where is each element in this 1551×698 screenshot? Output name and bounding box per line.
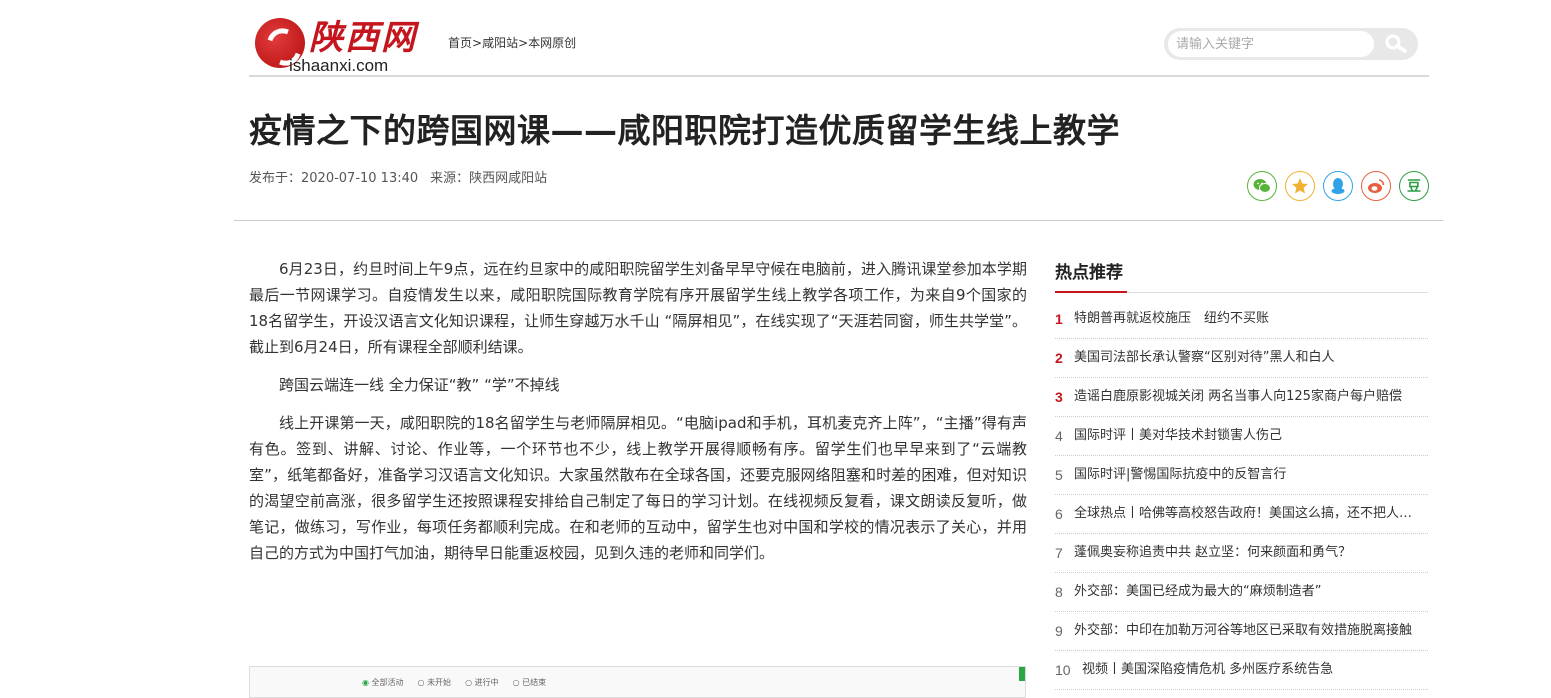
hot-list-item[interactable]: 10 视频丨美国深陷疫情危机 多州医疗系统告急 bbox=[1055, 651, 1428, 690]
hot-rank: 6 bbox=[1055, 506, 1063, 522]
title-divider bbox=[234, 220, 1443, 221]
hot-list-item[interactable]: 7 蓬佩奥妄称追责中共 赵立坚：何来颜面和勇气？ bbox=[1055, 534, 1428, 573]
image-tab: 未开始 bbox=[418, 677, 451, 688]
article-body: 6月23日，约旦时间上午9点，远在约旦家中的咸阳职院留学生刘备早早守候在电脑前，… bbox=[249, 256, 1027, 578]
hot-link[interactable]: 全球热点丨哈佛等高校怒告政府！美国这么搞，还不把人吓跑 bbox=[1074, 495, 1424, 533]
hot-link[interactable]: 美国司法部长承认警察“区别对待”黑人和白人 bbox=[1074, 339, 1334, 377]
image-corner-mark bbox=[1019, 667, 1025, 681]
hot-rank: 4 bbox=[1055, 428, 1063, 444]
site-logo[interactable]: 陕西网 ishaanxi.com bbox=[255, 18, 445, 75]
hot-link[interactable]: 外交部：美国已经成为最大的“麻烦制造者” bbox=[1074, 573, 1321, 611]
weibo-share-button[interactable] bbox=[1361, 171, 1391, 201]
qq-icon bbox=[1331, 178, 1345, 194]
article-paragraph: 线上开课第一天，咸阳职院的18名留学生与老师隔屏相见。“电脑ipad和手机，耳机… bbox=[249, 414, 1027, 562]
weibo-icon bbox=[1368, 179, 1385, 193]
logo-text: 陕西网 bbox=[309, 18, 417, 58]
article-source: 来源：陕西网咸阳站 bbox=[430, 171, 548, 186]
hot-rank: 2 bbox=[1055, 350, 1063, 366]
article-image: 全部活动 未开始 进行中 已结束 bbox=[249, 666, 1026, 698]
breadcrumb-separator: > bbox=[518, 36, 529, 50]
search-box bbox=[1164, 28, 1418, 60]
hot-recommend-sidebar: 热点推荐 1 特朗普再就返校施压 纽约不买账 2 美国司法部长承认警察“区别对待”黑… bbox=[1055, 258, 1428, 690]
breadcrumb-original[interactable]: 本网原创 bbox=[528, 36, 576, 50]
hot-rank: 1 bbox=[1055, 311, 1063, 327]
image-tab: 全部活动 bbox=[362, 677, 404, 688]
wechat-icon bbox=[1253, 179, 1271, 193]
sidebar-title-accent bbox=[1055, 291, 1127, 293]
article-title: 疫情之下的跨国网课——咸阳职院打造优质留学生线上教学 bbox=[249, 111, 1120, 150]
hot-list-item[interactable]: 5 国际时评|警惕国际抗疫中的反智言行 bbox=[1055, 456, 1428, 495]
hot-list-item[interactable]: 6 全球热点丨哈佛等高校怒告政府！美国这么搞，还不把人吓跑 bbox=[1055, 495, 1428, 534]
hot-link[interactable]: 蓬佩奥妄称追责中共 赵立坚：何来颜面和勇气？ bbox=[1074, 534, 1351, 572]
search-input[interactable] bbox=[1168, 31, 1374, 57]
article-meta: 发布于：2020-07-10 13:40 来源：陕西网咸阳站 bbox=[249, 167, 547, 186]
hot-list-item[interactable]: 3 造谣白鹿原影视城关闭 两名当事人向125家商户每户赔偿 bbox=[1055, 378, 1428, 417]
hot-rank: 7 bbox=[1055, 545, 1063, 561]
hot-link[interactable]: 国际时评丨美对华技术封锁害人伤己 bbox=[1074, 417, 1282, 455]
header-divider bbox=[249, 75, 1429, 77]
image-tab: 已结束 bbox=[513, 677, 546, 688]
search-button[interactable] bbox=[1378, 31, 1414, 57]
site-header: 陕西网 ishaanxi.com 首页>咸阳站>本网原创 bbox=[249, 14, 1429, 76]
breadcrumb-separator: > bbox=[472, 36, 483, 50]
qzone-share-button[interactable] bbox=[1285, 171, 1315, 201]
hot-list-item[interactable]: 2 美国司法部长承认警察“区别对待”黑人和白人 bbox=[1055, 339, 1428, 378]
share-bar: 豆 bbox=[1247, 171, 1429, 201]
hot-rank: 9 bbox=[1055, 623, 1063, 639]
hot-rank: 10 bbox=[1055, 662, 1071, 678]
hot-rank: 8 bbox=[1055, 584, 1063, 600]
article-subheading: 跨国云端连一线 全力保证“教” “学”不掉线 bbox=[279, 376, 560, 394]
breadcrumb: 首页>咸阳站>本网原创 bbox=[448, 34, 576, 51]
douban-icon: 豆 bbox=[1407, 179, 1421, 195]
image-tab: 进行中 bbox=[465, 677, 499, 688]
sidebar-title: 热点推荐 bbox=[1055, 263, 1123, 283]
article-paragraph: 6月23日，约旦时间上午9点，远在约旦家中的咸阳职院留学生刘备早早守候在电脑前，… bbox=[249, 260, 1027, 356]
wechat-share-button[interactable] bbox=[1247, 171, 1277, 201]
hot-list-item[interactable]: 4 国际时评丨美对华技术封锁害人伤己 bbox=[1055, 417, 1428, 456]
douban-share-button[interactable]: 豆 bbox=[1399, 171, 1429, 201]
logo-domain: ishaanxi.com bbox=[289, 56, 389, 75]
breadcrumb-xianyang[interactable]: 咸阳站 bbox=[482, 36, 518, 50]
hot-link[interactable]: 国际时评|警惕国际抗疫中的反智言行 bbox=[1074, 456, 1286, 494]
hot-list: 1 特朗普再就返校施压 纽约不买账 2 美国司法部长承认警察“区别对待”黑人和白人 … bbox=[1055, 300, 1428, 690]
hot-link[interactable]: 特朗普再就返校施压 纽约不买账 bbox=[1074, 300, 1269, 338]
qzone-icon bbox=[1292, 178, 1308, 194]
qq-share-button[interactable] bbox=[1323, 171, 1353, 201]
publish-time: 发布于：2020-07-10 13:40 bbox=[249, 171, 419, 186]
search-icon bbox=[1385, 34, 1407, 53]
hot-link[interactable]: 造谣白鹿原影视城关闭 两名当事人向125家商户每户赔偿 bbox=[1074, 378, 1402, 416]
hot-link[interactable]: 外交部：中印在加勒万河谷等地区已采取有效措施脱离接触 bbox=[1074, 612, 1412, 650]
hot-link[interactable]: 视频丨美国深陷疫情危机 多州医疗系统告急 bbox=[1082, 651, 1333, 689]
hot-list-item[interactable]: 1 特朗普再就返校施压 纽约不买账 bbox=[1055, 300, 1428, 339]
hot-rank: 5 bbox=[1055, 467, 1063, 483]
hot-list-item[interactable]: 8 外交部：美国已经成为最大的“麻烦制造者” bbox=[1055, 573, 1428, 612]
hot-rank: 3 bbox=[1055, 389, 1063, 405]
image-tab-row: 全部活动 未开始 进行中 已结束 bbox=[362, 677, 547, 688]
hot-list-item[interactable]: 9 外交部：中印在加勒万河谷等地区已采取有效措施脱离接触 bbox=[1055, 612, 1428, 651]
breadcrumb-home[interactable]: 首页 bbox=[448, 36, 472, 50]
